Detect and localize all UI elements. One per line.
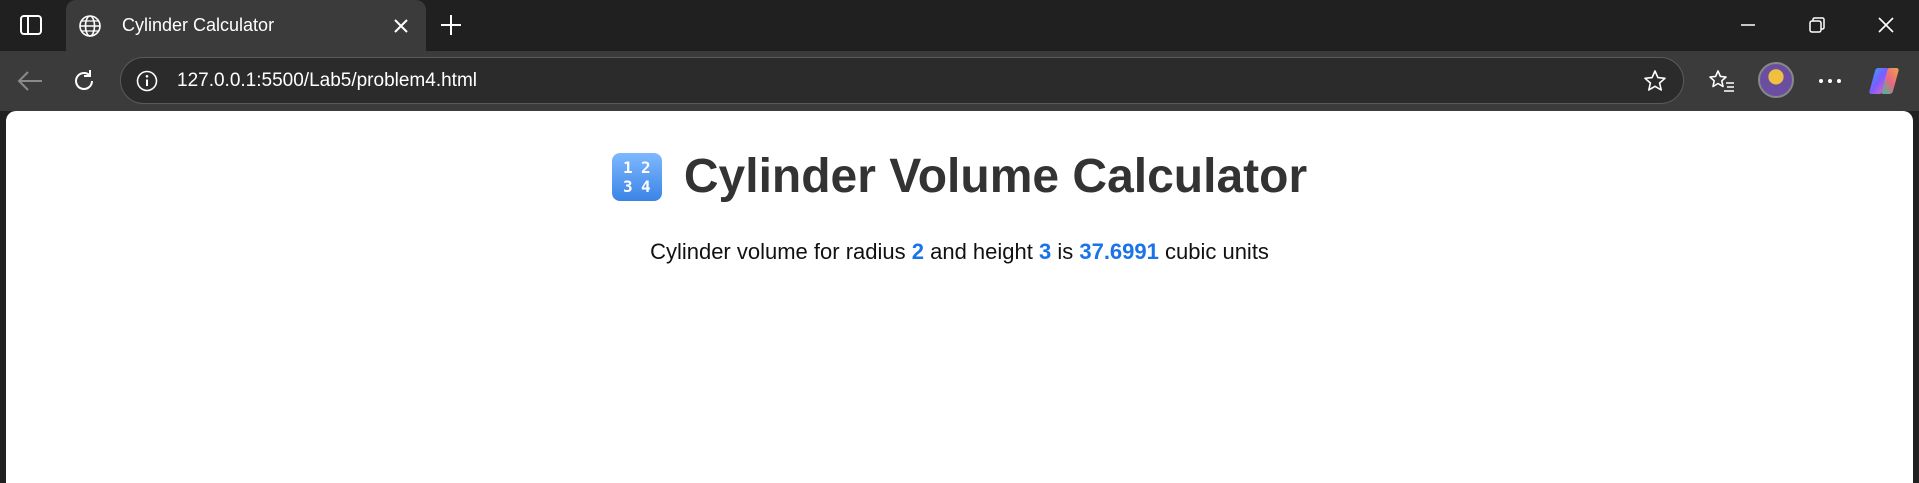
volume-value: 37.6991 xyxy=(1079,239,1159,264)
globe-icon xyxy=(76,12,104,40)
active-tab[interactable]: Cylinder Calculator xyxy=(66,0,426,51)
reload-button[interactable] xyxy=(66,63,102,99)
reload-icon xyxy=(75,70,93,90)
back-button[interactable] xyxy=(12,63,48,99)
close-icon xyxy=(394,18,408,33)
close-window-button[interactable] xyxy=(1864,8,1908,42)
url-text[interactable]: 127.0.0.1:5500/Lab5/problem4.html xyxy=(177,70,1641,92)
new-tab-button[interactable] xyxy=(436,10,466,40)
address-bar[interactable]: 127.0.0.1:5500/Lab5/problem4.html xyxy=(120,57,1684,104)
page-title: Cylinder Volume Calculator xyxy=(683,150,1308,203)
minimize-button[interactable] xyxy=(1726,8,1770,42)
copilot-icon xyxy=(1869,68,1899,94)
copilot-button[interactable] xyxy=(1866,63,1902,99)
emoji-digit: 2 xyxy=(641,157,651,177)
favorites-button[interactable] xyxy=(1704,63,1740,99)
favorites-list-icon xyxy=(1709,70,1734,92)
minimize-icon xyxy=(1741,24,1755,26)
tab-actions-icon xyxy=(20,15,42,35)
browser-toolbar: 127.0.0.1:5500/Lab5/problem4.html xyxy=(0,51,1919,111)
emoji-digit: 1 xyxy=(623,157,633,177)
close-window-icon xyxy=(1878,17,1894,33)
back-arrow-icon xyxy=(17,71,42,91)
numbers-emoji-icon: 1 2 3 4 xyxy=(611,152,662,201)
radius-value: 2 xyxy=(911,239,924,264)
page-heading: 1 2 3 4 Cylinder Volume Calculator xyxy=(6,149,1913,204)
profile-avatar[interactable] xyxy=(1758,62,1794,98)
result-prefix: Cylinder volume for radius xyxy=(650,239,912,264)
result-text: Cylinder volume for radius 2 and height … xyxy=(6,239,1913,265)
result-middle: and height xyxy=(923,239,1039,264)
restore-icon xyxy=(1809,17,1825,33)
result-is: is xyxy=(1051,239,1080,264)
favorite-star-icon[interactable] xyxy=(1641,67,1669,95)
page-viewport: 1 2 3 4 Cylinder Volume Calculator Cylin… xyxy=(6,111,1913,483)
tab-close-button[interactable] xyxy=(386,11,416,41)
settings-more-button[interactable] xyxy=(1812,63,1848,99)
tab-title: Cylinder Calculator xyxy=(122,15,275,35)
emoji-digit: 4 xyxy=(641,176,651,196)
result-suffix: cubic units xyxy=(1158,239,1269,264)
restore-button[interactable] xyxy=(1795,8,1839,42)
plus-icon xyxy=(441,15,461,35)
height-value: 3 xyxy=(1038,239,1052,264)
more-dots-icon xyxy=(1819,79,1841,83)
tab-strip: Cylinder Calculator xyxy=(0,0,1919,51)
emoji-digit: 3 xyxy=(623,176,633,196)
site-info-icon[interactable] xyxy=(135,69,159,93)
tab-actions-button[interactable] xyxy=(14,12,48,38)
